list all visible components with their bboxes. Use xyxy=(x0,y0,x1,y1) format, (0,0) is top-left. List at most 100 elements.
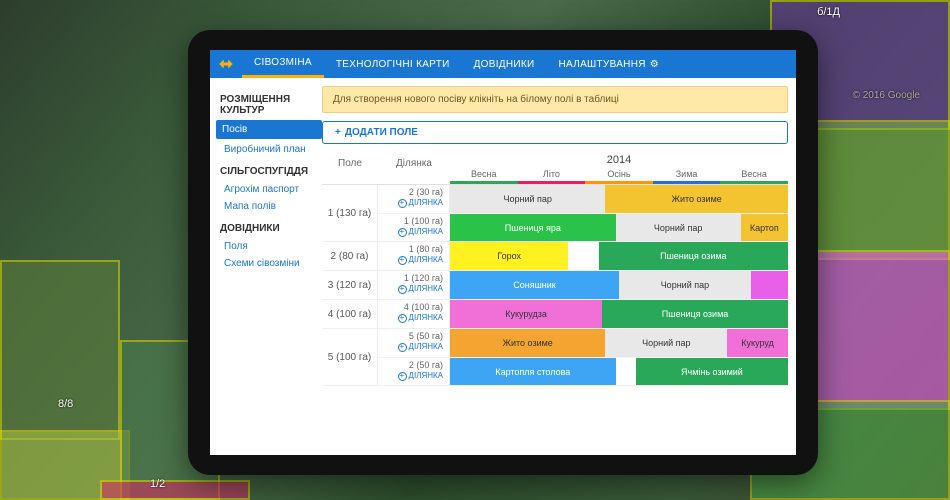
season-header: Зима xyxy=(653,169,721,184)
plus-circle-icon[interactable] xyxy=(398,372,407,381)
content-area: Для створення нового посіву клікніть на … xyxy=(322,78,796,455)
plot-row: 5 (50 га)ДІЛЯНКАЖито озимеЧорний парКуку… xyxy=(378,329,788,357)
plot-cell[interactable]: 1 (100 га)ДІЛЯНКА xyxy=(378,214,450,241)
plus-circle-icon[interactable] xyxy=(398,314,407,323)
crop-bar[interactable]: Кукуруд xyxy=(727,329,788,357)
field-cell[interactable]: 5 (100 га) xyxy=(322,329,378,385)
timeline[interactable]: Жито озимеЧорний парКукуруд xyxy=(450,329,788,357)
map-parcel[interactable] xyxy=(0,260,120,440)
year-label: 2014 xyxy=(450,152,788,169)
crop-bar[interactable]: Пшениця озима xyxy=(599,242,788,270)
field-group: 3 (120 га)1 (120 га)ДІЛЯНКАСоняшникЧорни… xyxy=(322,271,788,300)
crop-bar[interactable]: Жито озиме xyxy=(605,185,788,213)
crop-bar[interactable]: Горох xyxy=(450,242,568,270)
timeline[interactable]: СоняшникЧорний пар xyxy=(450,271,788,299)
tablet-frame: СІВОЗМІНАТЕХНОЛОГІЧНІ КАРТИДОВІДНИКИНАЛА… xyxy=(188,30,818,475)
plot-row: 2 (30 га)ДІЛЯНКАЧорний парЖито озиме xyxy=(378,185,788,213)
crop-bar[interactable]: Картопля столова xyxy=(450,358,616,385)
nav-item-1[interactable]: ТЕХНОЛОГІЧНІ КАРТИ xyxy=(324,50,462,78)
plus-icon: + xyxy=(335,127,341,138)
field-cell[interactable]: 1 (130 га) xyxy=(322,185,378,241)
timeline[interactable]: Чорний парЖито озиме xyxy=(450,185,788,213)
plus-circle-icon[interactable] xyxy=(398,199,407,208)
plot-row: 1 (100 га)ДІЛЯНКАПшениця яраЧорний парКа… xyxy=(378,213,788,241)
timeline[interactable]: Горох Пшениця озима xyxy=(450,242,788,270)
plot-row: 4 (100 га)ДІЛЯНКАКукурудзаПшениця озима xyxy=(378,300,788,328)
crop-bar[interactable]: Кукурудза xyxy=(450,300,602,328)
crop-grid: Поле Ділянка 2014 ВеснаЛітоОсіньЗимаВесн… xyxy=(322,152,788,455)
crop-bar[interactable] xyxy=(751,271,788,299)
map-parcel-label: 1/2 xyxy=(150,478,165,490)
plots-container: 5 (50 га)ДІЛЯНКАЖито озимеЧорний парКуку… xyxy=(378,329,788,385)
map-copyright: © 2016 Google xyxy=(853,90,920,101)
plus-circle-icon[interactable] xyxy=(398,285,407,294)
crop-bar[interactable]: Пшениця яра xyxy=(450,214,616,241)
plot-cell[interactable]: 1 (120 га)ДІЛЯНКА xyxy=(378,271,450,299)
crop-bar[interactable]: Картоп xyxy=(741,214,788,241)
sidebar-item[interactable]: Агрохім паспорт xyxy=(220,181,318,198)
grid-header: Поле Ділянка 2014 ВеснаЛітоОсіньЗимаВесн… xyxy=(322,152,788,185)
timeline[interactable]: КукурудзаПшениця озима xyxy=(450,300,788,328)
plots-container: 4 (100 га)ДІЛЯНКАКукурудзаПшениця озима xyxy=(378,300,788,328)
timeline[interactable]: Картопля столова Ячмінь озимий xyxy=(450,358,788,385)
top-nav: СІВОЗМІНАТЕХНОЛОГІЧНІ КАРТИДОВІДНИКИНАЛА… xyxy=(210,50,796,78)
map-parcel-label: 8/8 xyxy=(58,398,73,410)
add-field-button[interactable]: + ДОДАТИ ПОЛЕ xyxy=(322,121,788,144)
sidebar-item[interactable]: Виробничий план xyxy=(220,141,318,158)
field-group: 5 (100 га)5 (50 га)ДІЛЯНКАЖито озимеЧорн… xyxy=(322,329,788,386)
crop-bar[interactable] xyxy=(616,358,636,385)
nav-item-3[interactable]: НАЛАШТУВАННЯ⚙ xyxy=(547,50,672,78)
crop-bar[interactable]: Ячмінь озимий xyxy=(636,358,788,385)
crop-bar[interactable]: Соняшник xyxy=(450,271,619,299)
gear-icon: ⚙ xyxy=(650,59,659,70)
plot-cell[interactable]: 4 (100 га)ДІЛЯНКА xyxy=(378,300,450,328)
crop-bar[interactable]: Чорний пар xyxy=(619,271,751,299)
plus-circle-icon[interactable] xyxy=(398,343,407,352)
crop-bar[interactable] xyxy=(568,242,598,270)
field-cell[interactable]: 4 (100 га) xyxy=(322,300,378,328)
sidebar-item[interactable]: Схеми сівозміни xyxy=(220,255,318,272)
field-cell[interactable]: 3 (120 га) xyxy=(322,271,378,299)
plot-cell[interactable]: 5 (50 га)ДІЛЯНКА xyxy=(378,329,450,357)
crop-bar[interactable]: Пшениця озима xyxy=(602,300,788,328)
field-cell[interactable]: 2 (80 га) xyxy=(322,242,378,270)
app-logo-icon[interactable] xyxy=(210,50,242,78)
nav-item-0[interactable]: СІВОЗМІНА xyxy=(242,50,324,78)
season-header: Літо xyxy=(518,169,586,184)
map-parcel-label: б/1Д xyxy=(817,6,840,18)
sidebar: РОЗМІЩЕННЯ КУЛЬТУР Посів Виробничий план СІ… xyxy=(210,78,322,455)
plus-circle-icon[interactable] xyxy=(398,228,407,237)
timeline[interactable]: Пшениця яраЧорний парКартоп xyxy=(450,214,788,241)
sidebar-item[interactable]: Мапа полів xyxy=(220,198,318,215)
sidebar-heading: СІЛЬГОСПУГІДДЯ xyxy=(220,166,318,177)
plots-container: 2 (30 га)ДІЛЯНКАЧорний парЖито озиме1 (1… xyxy=(378,185,788,241)
plots-container: 1 (80 га)ДІЛЯНКАГорох Пшениця озима xyxy=(378,242,788,270)
nav-item-2[interactable]: ДОВІДНИКИ xyxy=(462,50,547,78)
add-field-label: ДОДАТИ ПОЛЕ xyxy=(345,127,418,138)
plot-cell[interactable]: 2 (30 га)ДІЛЯНКА xyxy=(378,185,450,213)
col-year-header: 2014 ВеснаЛітоОсіньЗимаВесна xyxy=(450,152,788,184)
sidebar-item[interactable]: Посів xyxy=(216,120,322,139)
hint-banner: Для створення нового посіву клікніть на … xyxy=(322,86,788,113)
season-header: Весна xyxy=(720,169,788,184)
field-group: 4 (100 га)4 (100 га)ДІЛЯНКАКукурудзаПшен… xyxy=(322,300,788,329)
plots-container: 1 (120 га)ДІЛЯНКАСоняшникЧорний пар xyxy=(378,271,788,299)
plot-row: 1 (80 га)ДІЛЯНКАГорох Пшениця озима xyxy=(378,242,788,270)
plot-cell[interactable]: 1 (80 га)ДІЛЯНКА xyxy=(378,242,450,270)
crop-bar[interactable]: Чорний пар xyxy=(605,329,727,357)
col-field-header: Поле xyxy=(322,152,378,184)
crop-bar[interactable]: Чорний пар xyxy=(616,214,741,241)
app-screen: СІВОЗМІНАТЕХНОЛОГІЧНІ КАРТИДОВІДНИКИНАЛА… xyxy=(210,50,796,455)
plus-circle-icon[interactable] xyxy=(398,256,407,265)
field-group: 1 (130 га)2 (30 га)ДІЛЯНКАЧорний парЖито… xyxy=(322,185,788,242)
sidebar-heading: РОЗМІЩЕННЯ КУЛЬТУР xyxy=(220,94,318,116)
season-header: Осінь xyxy=(585,169,653,184)
crop-bar[interactable]: Жито озиме xyxy=(450,329,605,357)
sidebar-item[interactable]: Поля xyxy=(220,238,318,255)
plot-cell[interactable]: 2 (50 га)ДІЛЯНКА xyxy=(378,358,450,385)
sidebar-heading: ДОВІДНИКИ xyxy=(220,223,318,234)
map-parcel[interactable] xyxy=(100,480,250,500)
crop-bar[interactable]: Чорний пар xyxy=(450,185,605,213)
col-plot-header: Ділянка xyxy=(378,152,450,184)
field-group: 2 (80 га)1 (80 га)ДІЛЯНКАГорох Пшениця оз… xyxy=(322,242,788,271)
